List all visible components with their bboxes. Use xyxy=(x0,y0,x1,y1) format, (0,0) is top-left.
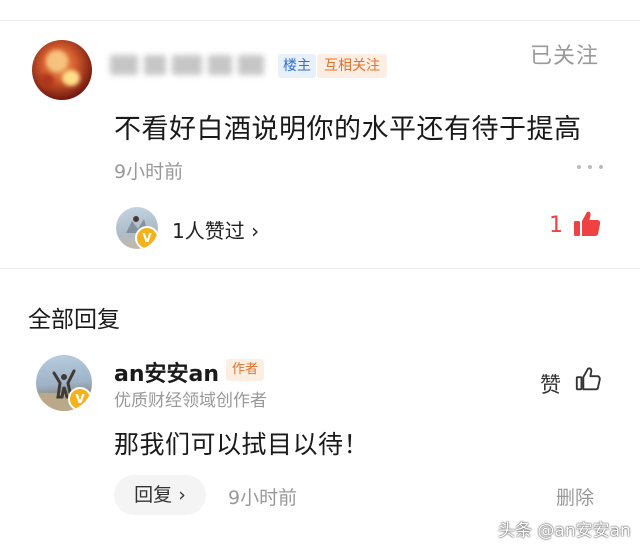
follow-status-button[interactable]: 已关注 xyxy=(530,38,599,70)
comment-time: 9小时前 xyxy=(114,161,184,183)
reply-button[interactable]: 回复 › xyxy=(114,475,206,515)
mutual-follow-tag: 互相关注 xyxy=(317,54,387,78)
watermark: 头条 @an安安an xyxy=(498,521,631,541)
reply-like-label[interactable]: 赞 xyxy=(540,369,561,399)
verified-badge-icon: V xyxy=(68,387,92,411)
author-tag: 作者 xyxy=(226,359,265,381)
owner-tag: 楼主 xyxy=(278,54,316,78)
top-divider xyxy=(0,20,640,21)
like-count: 1 xyxy=(549,213,563,238)
reply-time: 9小时前 xyxy=(228,487,298,509)
commenter-avatar[interactable] xyxy=(32,40,92,100)
verified-badge-icon: V xyxy=(135,226,158,249)
thumbs-up-filled-icon[interactable] xyxy=(572,209,602,239)
more-icon[interactable] xyxy=(577,164,603,170)
likers-link[interactable]: 1人赞过 › xyxy=(172,215,259,244)
replier-description: 优质财经领域创作者 xyxy=(114,391,267,411)
reply-text: 那我们可以拭目以待！ xyxy=(114,430,370,459)
all-replies-title: 全部回复 xyxy=(28,307,120,333)
replier-name[interactable]: an安安an xyxy=(114,356,219,388)
liker-avatar[interactable]: V xyxy=(116,207,158,249)
commenter-name-blurred xyxy=(110,55,278,77)
thumbs-up-outline-icon[interactable] xyxy=(574,365,602,393)
section-divider xyxy=(0,268,640,269)
replier-avatar[interactable]: V xyxy=(36,355,92,411)
comment-text: 不看好白酒说明你的水平还有待于提高 xyxy=(114,114,582,145)
delete-button[interactable]: 删除 xyxy=(556,483,594,510)
